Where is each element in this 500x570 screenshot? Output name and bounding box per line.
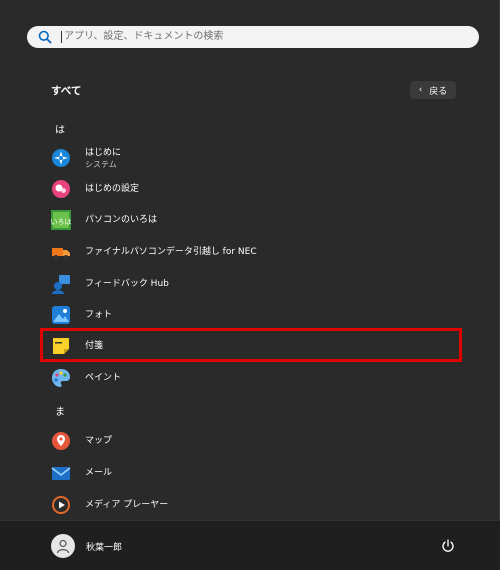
app-name: ファイナルパソコンデータ引越し for NEC [85, 247, 257, 257]
feedback-hub-icon [51, 274, 71, 294]
get-started-icon [51, 148, 71, 168]
moving-truck-icon [51, 242, 71, 262]
app-item-mail[interactable]: メール [40, 458, 460, 488]
app-name: パソコンのいろは [85, 215, 158, 225]
app-item-paint[interactable]: ペイント [40, 363, 460, 393]
app-item-photos[interactable]: フォト [40, 300, 460, 330]
back-button[interactable]: ‹ 戻る [410, 81, 456, 99]
app-name: フォト [85, 310, 113, 320]
app-name: メール [85, 468, 113, 478]
app-item-initial-setup[interactable]: はじめの設定 [40, 174, 460, 204]
app-item-feedback-hub[interactable]: フィードバック Hub [40, 269, 460, 299]
user-bar: 秋葉一郎 [0, 520, 500, 570]
media-player-icon [51, 495, 71, 515]
highlight-box [40, 328, 462, 362]
user-name[interactable]: 秋葉一郎 [86, 540, 122, 553]
mail-envelope-icon [51, 463, 71, 483]
all-apps-title: すべて [51, 85, 82, 97]
app-name: はじめに [85, 147, 122, 158]
section-letter-ha[interactable]: は [55, 121, 65, 136]
search-input[interactable]: アプリ、設定、ドキュメントの検索 [27, 26, 479, 48]
power-button[interactable] [440, 538, 456, 554]
iroha-icon: いろは [51, 210, 71, 230]
app-item-get-started[interactable]: はじめに システム [40, 143, 460, 173]
app-name: マップ [85, 436, 113, 446]
app-item-pc-iroha[interactable]: いろは パソコンのいろは [40, 205, 460, 235]
app-subtitle: システム [85, 159, 117, 169]
app-item-data-mover[interactable]: ファイナルパソコンデータ引越し for NEC [40, 237, 460, 267]
user-avatar-icon[interactable] [51, 534, 75, 558]
search-placeholder: アプリ、設定、ドキュメントの検索 [61, 31, 223, 43]
search-icon [35, 27, 55, 47]
power-icon [442, 539, 454, 552]
app-item-maps[interactable]: マップ [40, 426, 460, 456]
app-name: はじめの設定 [85, 184, 140, 194]
photos-icon [51, 305, 71, 325]
svg-text:いろは: いろは [51, 218, 71, 226]
app-name: ペイント [85, 373, 122, 383]
chevron-left-icon: ‹ [418, 85, 423, 95]
app-name: メディア プレーヤー [85, 500, 169, 510]
app-item-media-player[interactable]: メディア プレーヤー [40, 490, 460, 520]
back-button-label: 戻る [429, 86, 448, 97]
maps-pin-icon [51, 431, 71, 451]
initial-setup-icon [51, 179, 71, 199]
app-name: フィードバック Hub [85, 279, 169, 289]
start-menu: アプリ、設定、ドキュメントの検索 すべて ‹ 戻る は はじめに システム はじ… [0, 0, 500, 570]
paint-palette-icon [51, 368, 71, 388]
section-letter-ma[interactable]: ま [55, 403, 65, 418]
